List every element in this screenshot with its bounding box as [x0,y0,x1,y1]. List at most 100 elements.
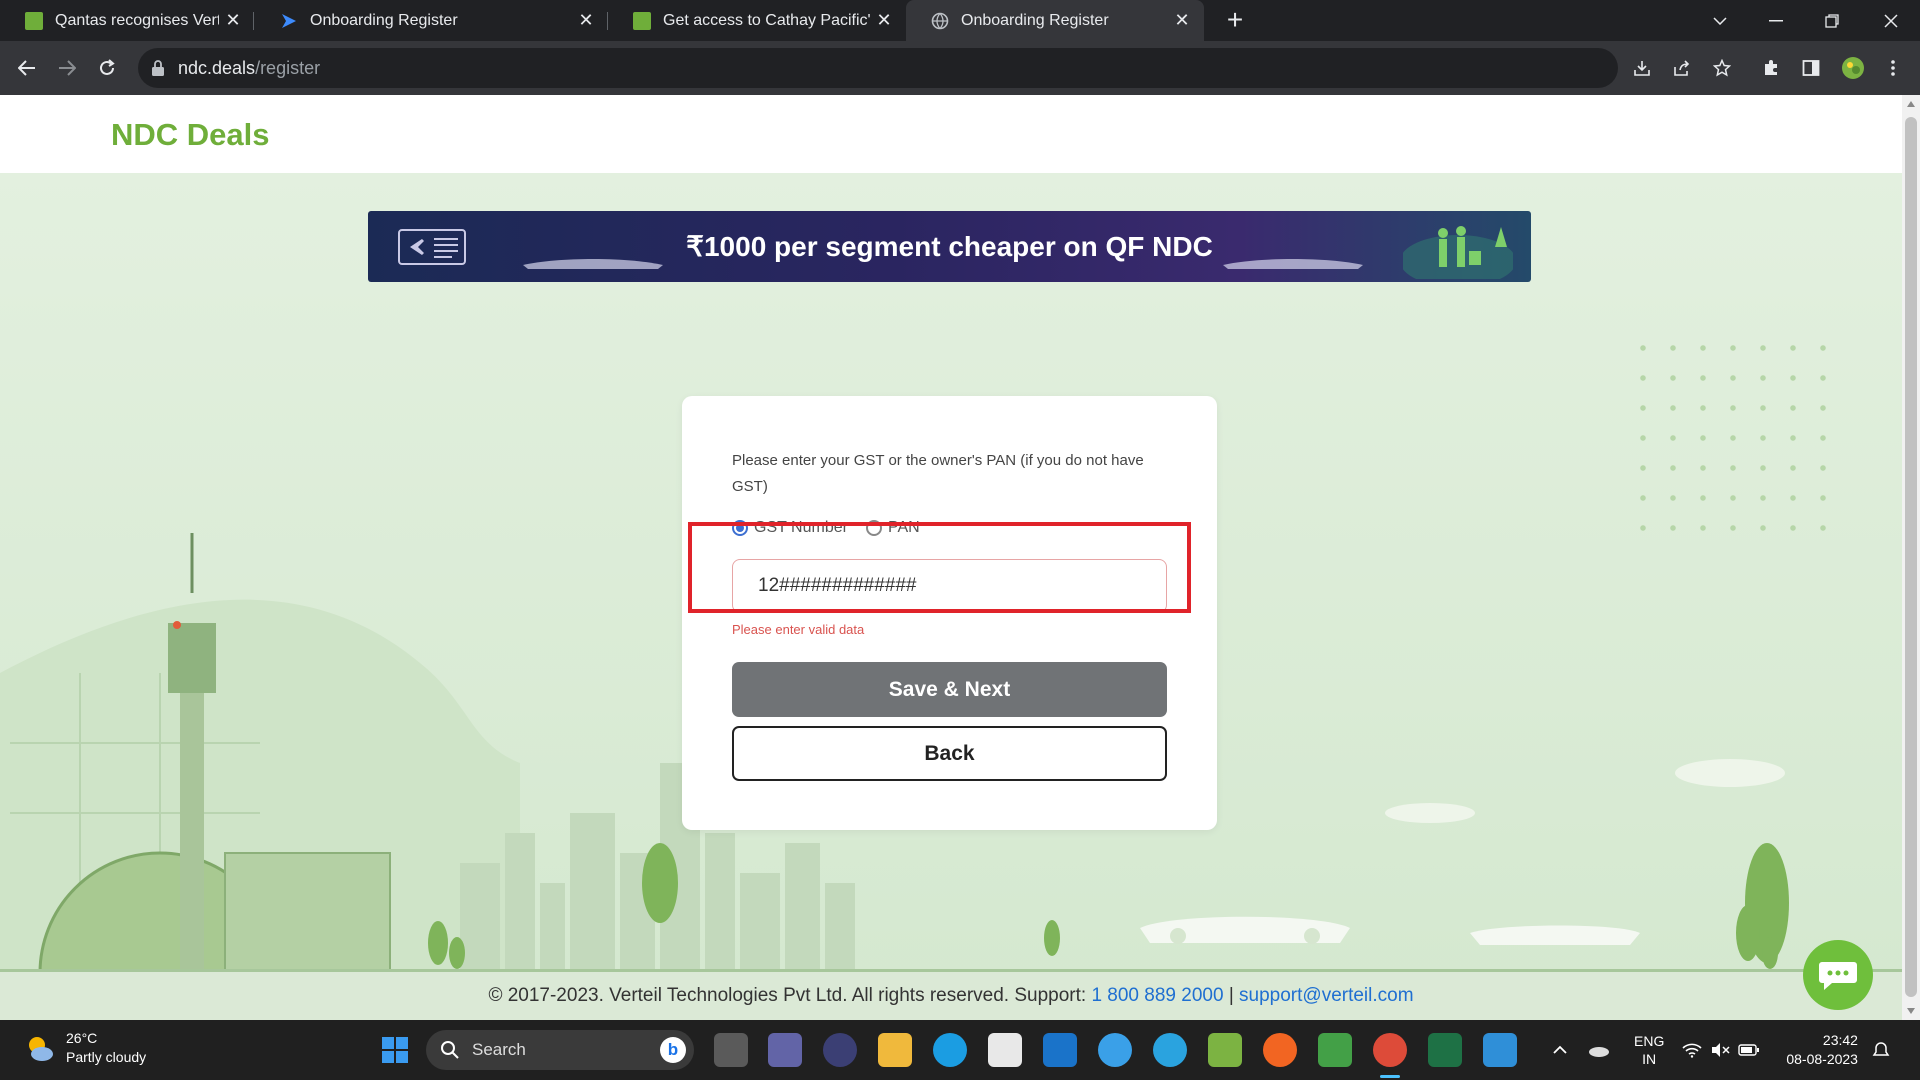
play-arrow-favicon-icon [282,13,296,28]
taskbar-search-box[interactable]: Search b [426,1030,694,1070]
system-tray: ENG IN 23:42 08-08-2023 [1552,1020,1890,1080]
back-arrow-icon[interactable] [12,53,42,83]
tab-title: Get access to Cathay Pacific's ND [663,11,870,29]
site-header: NDC Deals [0,95,1902,173]
app-icon[interactable] [1263,1033,1297,1067]
side-panel-icon[interactable] [1798,55,1824,81]
notification-bell-icon[interactable] [1872,1041,1890,1059]
active-app-indicator [1380,1075,1400,1078]
back-button[interactable]: Back [732,726,1167,781]
more-menu-icon[interactable] [1880,55,1906,81]
clock[interactable]: 23:42 08-08-2023 [1786,1031,1858,1069]
support-phone-link[interactable]: 1 800 889 2000 [1091,985,1223,1007]
clock-date: 08-08-2023 [1786,1051,1858,1067]
chat-bubble-icon [1819,962,1857,990]
tab-cathay[interactable]: Get access to Cathay Pacific's ND ✕ [608,0,906,41]
tab-search-chevron-icon[interactable] [1697,0,1743,41]
promo-banner[interactable]: ₹1000 per segment cheaper on QF NDC [368,211,1531,282]
chevron-up-icon[interactable] [1552,1042,1568,1058]
ndc-favicon-icon [25,11,43,30]
scroll-up-arrow-icon[interactable] [1907,101,1915,107]
share-icon[interactable] [1669,55,1695,81]
form-prompt: Please enter your GST or the owner's PAN… [732,452,1144,495]
banner-text: ₹1000 per segment cheaper on QF NDC [686,231,1213,262]
browser-tab-bar: Qantas recognises Verteil as a Te ✕ Onbo… [0,0,1920,41]
file-explorer-icon[interactable] [878,1033,912,1067]
restore-icon[interactable] [1809,0,1855,41]
new-tab-button[interactable]: + [1220,4,1250,36]
windows-taskbar: 26°C Partly cloudy Search b ENG IN 23:42 [0,1020,1920,1080]
notepad-icon[interactable] [1483,1033,1517,1067]
reload-icon[interactable] [92,53,122,83]
taskbar-search-label: Search [472,1040,526,1059]
close-tab-icon[interactable]: ✕ [870,10,898,31]
url-host: ndc.deals [178,57,256,78]
tab-onboarding-register-active[interactable]: Onboarding Register ✕ [906,0,1204,41]
close-tab-icon[interactable]: ✕ [1168,10,1196,31]
save-next-button[interactable]: Save & Next [732,662,1167,717]
url-text: ndc.deals/register [178,58,320,79]
region-label: IN [1642,1051,1657,1067]
tab-title: Qantas recognises Verteil as a Te [55,11,219,29]
bookmark-star-icon[interactable] [1709,55,1735,81]
chat-widget-button[interactable] [1803,940,1873,1010]
close-tab-icon[interactable]: ✕ [572,10,600,31]
install-app-icon[interactable] [1629,55,1655,81]
battery-icon[interactable] [1738,1043,1760,1057]
language-indicator[interactable]: ENG IN [1634,1032,1664,1068]
excel-icon[interactable] [1428,1033,1462,1067]
bing-icon[interactable]: b [660,1037,686,1063]
task-view-icon[interactable] [714,1033,748,1067]
language-label: ENG [1634,1033,1665,1049]
tab-onboarding-register-1[interactable]: Onboarding Register ✕ [255,0,608,41]
decorative-dot-grid [1628,333,1828,533]
page-scrollbar[interactable] [1902,95,1920,1020]
lock-icon[interactable] [150,59,166,77]
site-footer: © 2017-2023. Verteil Technologies Pvt Lt… [0,969,1902,1020]
close-window-icon[interactable] [1868,0,1914,41]
web-page: NDC Deals ₹1000 per segment cheaper on Q… [0,95,1902,1020]
app-icon[interactable] [823,1033,857,1067]
onedrive-cloud-icon[interactable] [1588,1043,1610,1057]
teams-chat-icon[interactable] [768,1033,802,1067]
validation-error-text: Please enter valid data [732,622,865,637]
annotation-highlight-box [688,522,1191,613]
app-icon[interactable] [1318,1033,1352,1067]
myhp-icon[interactable] [1043,1033,1077,1067]
wifi-icon[interactable] [1682,1042,1702,1058]
browser-toolbar: ndc.deals/register [0,41,1920,95]
partly-cloudy-icon [29,1037,53,1061]
footer-separator: | [1228,985,1234,1006]
forward-arrow-icon[interactable] [52,53,82,83]
photo-app-icon[interactable] [1208,1033,1242,1067]
extensions-puzzle-icon[interactable] [1758,55,1784,81]
weather-condition: Partly cloudy [66,1049,147,1065]
globe-favicon-icon [931,12,949,29]
minimize-icon[interactable] [1753,0,1799,41]
support-email-link[interactable]: support@verteil.com [1239,985,1414,1007]
microsoft-store-icon[interactable] [988,1033,1022,1067]
registration-form-card: Please enter your GST or the owner's PAN… [682,396,1217,830]
site-logo[interactable]: NDC Deals [111,117,270,153]
ndc-favicon-icon [633,11,651,30]
scroll-down-arrow-icon[interactable] [1907,1008,1915,1014]
speaker-muted-icon[interactable] [1710,1042,1730,1058]
tab-separator [253,12,254,30]
search-icon [441,1041,459,1059]
url-path: /register [255,57,321,78]
weather-temperature: 26°C [66,1030,98,1046]
tab-qantas[interactable]: Qantas recognises Verteil as a Te ✕ [0,0,255,41]
scrollbar-thumb[interactable] [1905,117,1917,997]
tab-title: Onboarding Register [310,11,458,29]
tab-title: Onboarding Register [961,11,1109,29]
help-icon[interactable] [1098,1033,1132,1067]
clock-time: 23:42 [1822,1032,1858,1048]
address-bar[interactable]: ndc.deals/register [138,48,1618,88]
windows-start-icon[interactable] [378,1033,412,1067]
profile-avatar-icon[interactable] [1840,55,1866,81]
edge-browser-icon[interactable] [933,1033,967,1067]
weather-widget[interactable]: 26°C Partly cloudy [24,1029,146,1067]
close-tab-icon[interactable]: ✕ [219,10,247,31]
chrome-icon[interactable] [1373,1033,1407,1067]
telegram-icon[interactable] [1153,1033,1187,1067]
